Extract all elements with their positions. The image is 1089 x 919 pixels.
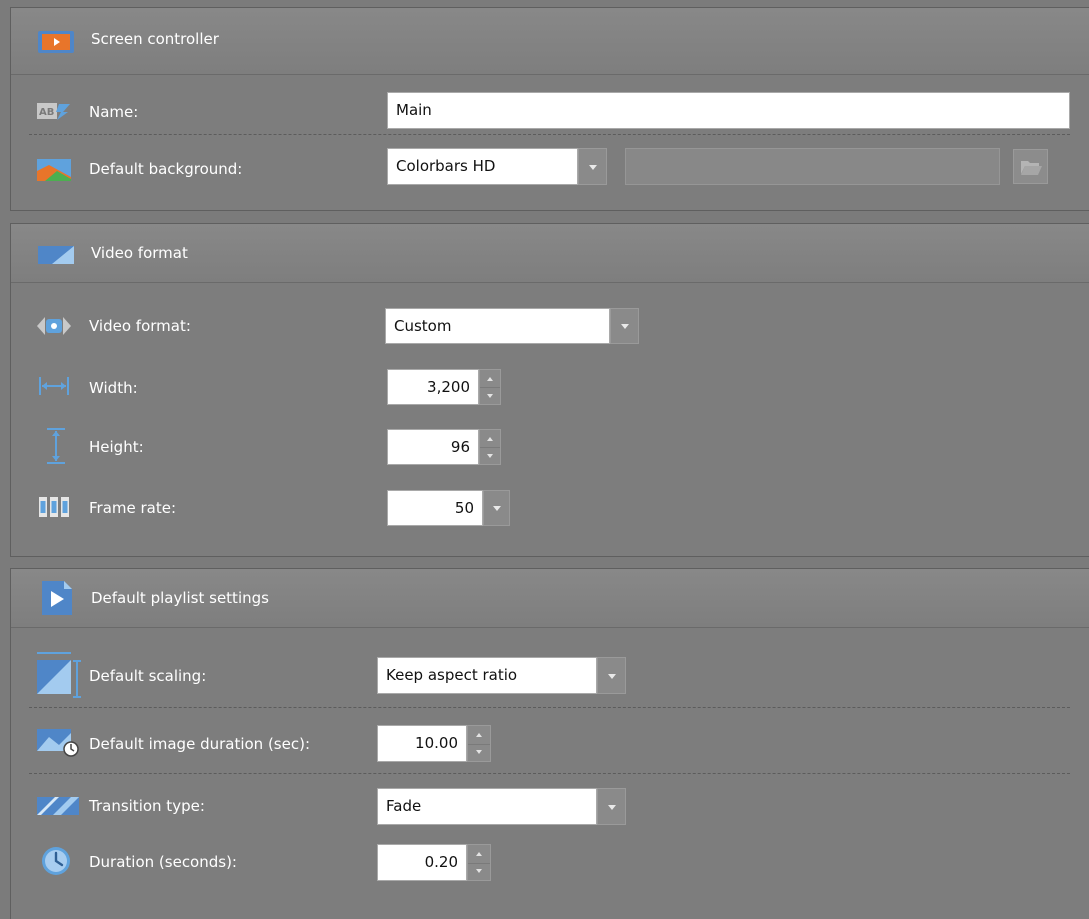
scaling-select[interactable]: Keep aspect ratio	[377, 657, 597, 694]
transition-select[interactable]: Fade	[377, 788, 597, 825]
background-select-value: Colorbars HD	[396, 157, 496, 175]
separator	[29, 773, 1070, 774]
height-increment-button[interactable]	[480, 430, 500, 448]
image-duration-input[interactable]: 10.00	[377, 725, 467, 762]
transition-dropdown-button[interactable]	[597, 788, 626, 825]
video-format-title: Video format	[91, 244, 188, 262]
transition-label: Transition type:	[89, 797, 205, 815]
scaling-icon	[37, 652, 83, 698]
background-label: Default background:	[89, 160, 243, 178]
video-format-header[interactable]: Video format	[11, 224, 1089, 283]
height-decrement-button[interactable]	[480, 447, 500, 464]
screen-controller-header[interactable]: Screen controller	[11, 8, 1089, 75]
playlist-panel: Default playlist settings Default scalin…	[10, 568, 1089, 919]
svg-text:AB: AB	[39, 107, 54, 118]
duration-stepper[interactable]	[467, 844, 491, 881]
width-icon	[39, 377, 69, 395]
height-label: Height:	[89, 438, 144, 456]
background-dropdown-button[interactable]	[578, 148, 607, 185]
play-icon	[42, 581, 72, 615]
image-timer-icon	[37, 727, 83, 757]
framerate-select-value: 50	[454, 499, 474, 517]
width-input-value: 3,200	[427, 378, 470, 396]
duration-decrement-button[interactable]	[468, 863, 490, 881]
text-field-icon: AB	[37, 102, 71, 120]
image-duration-decrement-button[interactable]	[468, 744, 490, 762]
clock-icon	[41, 846, 71, 876]
scaling-dropdown-button[interactable]	[597, 657, 626, 694]
scaling-label: Default scaling:	[89, 667, 207, 685]
height-stepper[interactable]	[479, 429, 501, 465]
video-format-label: Video format:	[89, 317, 191, 335]
browse-button[interactable]	[1013, 149, 1048, 184]
height-input[interactable]: 96	[387, 429, 479, 465]
framerate-select[interactable]: 50	[387, 490, 483, 526]
scaling-select-value: Keep aspect ratio	[386, 666, 518, 684]
image-duration-increment-button[interactable]	[468, 726, 490, 745]
folder-open-icon	[1021, 159, 1042, 175]
screen-controller-panel: Screen controller AB Name: Main Default …	[10, 7, 1089, 211]
separator	[29, 707, 1070, 708]
duration-label: Duration (seconds):	[89, 853, 237, 871]
video-format-select[interactable]: Custom	[385, 308, 610, 344]
name-input[interactable]: Main	[387, 92, 1070, 129]
video-format-select-value: Custom	[394, 317, 452, 335]
name-input-value: Main	[396, 101, 432, 119]
framerate-dropdown-button[interactable]	[483, 490, 510, 526]
width-label: Width:	[89, 379, 138, 397]
background-path-field[interactable]	[625, 148, 1000, 185]
video-format-panel: Video format Video format: Custom Width:…	[10, 223, 1089, 557]
image-duration-input-value: 10.00	[415, 734, 458, 752]
width-increment-button[interactable]	[480, 370, 500, 388]
video-camera-icon	[37, 315, 71, 337]
playlist-title: Default playlist settings	[91, 589, 269, 607]
image-duration-stepper[interactable]	[467, 725, 491, 762]
height-icon	[47, 428, 65, 464]
background-select[interactable]: Colorbars HD	[387, 148, 578, 185]
width-input[interactable]: 3,200	[387, 369, 479, 405]
video-format-dropdown-button[interactable]	[610, 308, 639, 344]
video-format-icon	[38, 246, 74, 264]
framerate-label: Frame rate:	[89, 499, 177, 517]
image-duration-label: Default image duration (sec):	[89, 735, 311, 753]
image-icon	[37, 159, 71, 181]
film-frames-icon	[39, 497, 69, 517]
duration-increment-button[interactable]	[468, 845, 490, 864]
transition-icon	[37, 797, 79, 815]
transition-select-value: Fade	[386, 797, 422, 815]
screen-controller-icon	[38, 31, 74, 53]
width-decrement-button[interactable]	[480, 387, 500, 404]
height-input-value: 96	[450, 438, 470, 456]
duration-input-value: 0.20	[424, 853, 458, 871]
duration-input[interactable]: 0.20	[377, 844, 467, 881]
width-stepper[interactable]	[479, 369, 501, 405]
separator	[29, 134, 1070, 135]
screen-controller-title: Screen controller	[91, 30, 219, 48]
name-label: Name:	[89, 103, 139, 121]
playlist-header[interactable]: Default playlist settings	[11, 569, 1089, 628]
